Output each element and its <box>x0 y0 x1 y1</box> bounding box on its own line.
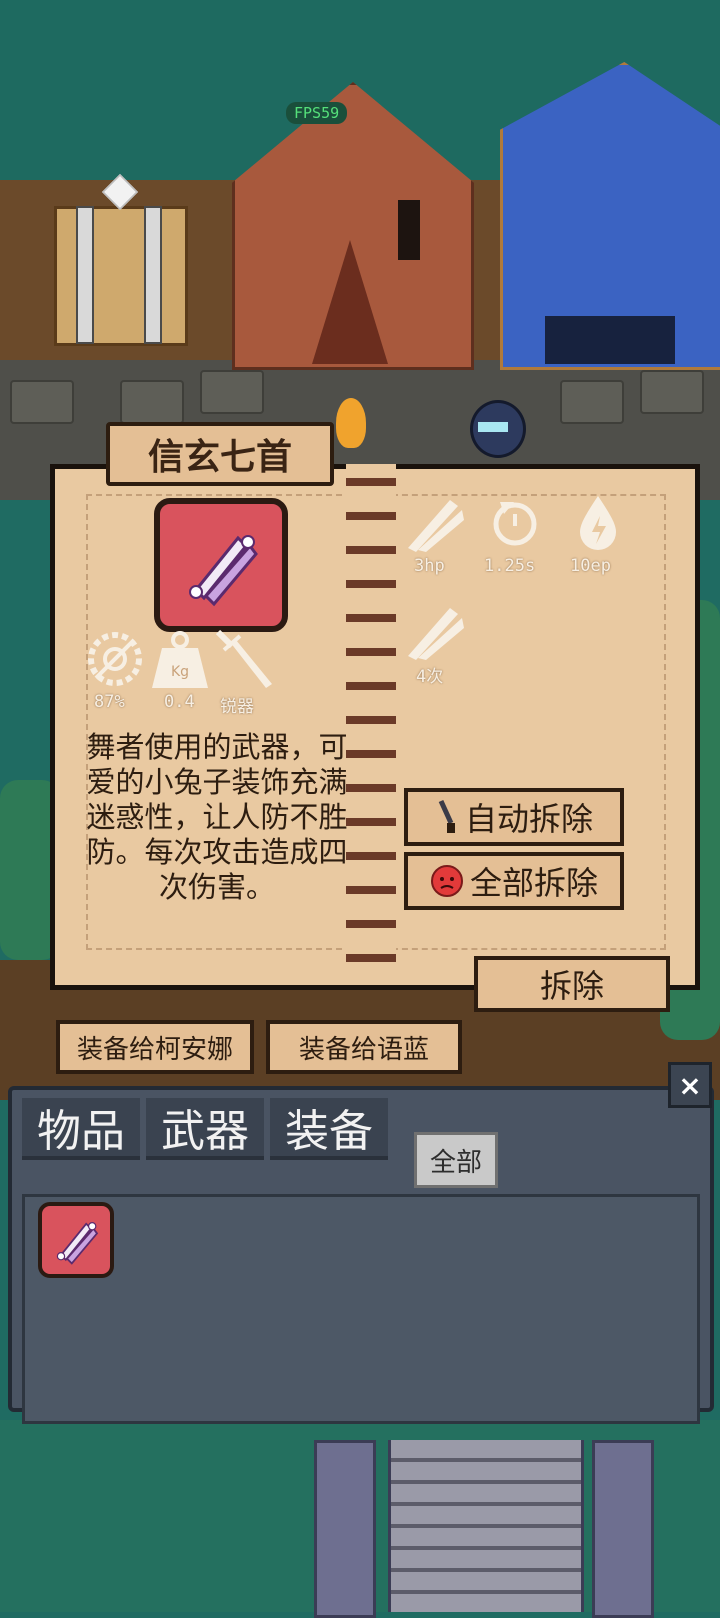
dismantle-all-label: 全部拆除 <box>469 864 598 902</box>
sharp-blade-icon <box>215 629 272 688</box>
gear-accuracy-icon <box>88 632 142 686</box>
tent-window <box>398 200 420 260</box>
damage-type-value: 锐器 <box>220 697 254 717</box>
equip-to-yulan-button[interactable]: 装备给语蓝 <box>266 1020 462 1074</box>
tab-weapons-label: 武器 <box>161 1106 249 1157</box>
stone-block <box>560 380 624 424</box>
twin-dagger-icon <box>56 1222 99 1265</box>
npc-visor <box>478 422 508 432</box>
dismantle-button[interactable]: 拆除 <box>474 956 670 1012</box>
weight-icon: Kg <box>152 631 208 688</box>
dismantle-label: 拆除 <box>539 967 604 1005</box>
supply-crate[interactable] <box>54 206 188 346</box>
hit-count-value: 4次 <box>416 667 444 687</box>
dagger-small-icon <box>438 799 455 833</box>
auto-dismantle-button[interactable]: 自动拆除 <box>404 788 624 846</box>
weight-unit: Kg <box>171 664 189 680</box>
tab-equipment[interactable]: 装备 <box>270 1098 388 1160</box>
accuracy-value: 87% <box>94 692 125 712</box>
auto-dismantle-label: 自动拆除 <box>464 800 593 838</box>
stone-stairs <box>388 1440 584 1612</box>
book-spine <box>346 464 396 980</box>
cooldown-value: 1.25s <box>484 556 536 576</box>
filter-all-label: 全部 <box>429 1147 482 1178</box>
stone-block <box>10 380 74 424</box>
weapon-description: 舞者使用的武器，可爱的小兔子装饰充满迷惑性，让人防不胜防。每次攻击造成四次伤害。 <box>86 730 348 904</box>
weapon-icon-tile <box>154 498 288 632</box>
close-icon[interactable]: × <box>668 1062 712 1108</box>
weight-value: 0.4 <box>164 692 195 712</box>
crate-strap <box>76 206 94 344</box>
equip-to-keanna-label: 装备给柯安娜 <box>76 1034 233 1065</box>
tab-items[interactable]: 物品 <box>22 1098 140 1160</box>
stone-block <box>120 380 184 424</box>
angry-face-icon <box>430 865 463 897</box>
energy-icon <box>580 496 616 550</box>
cooldown-icon <box>493 502 537 546</box>
blue-tent-door <box>545 316 675 364</box>
tab-items-label: 物品 <box>37 1106 125 1157</box>
equip-to-yulan-label: 装备给语蓝 <box>298 1034 429 1065</box>
tab-equipment-label: 装备 <box>285 1106 373 1157</box>
inventory-grid <box>22 1194 700 1424</box>
weapon-name: 信玄七首 <box>147 436 292 478</box>
stone-block <box>640 370 704 414</box>
equip-to-keanna-button[interactable]: 装备给柯安娜 <box>56 1020 254 1074</box>
campfire <box>336 398 366 448</box>
damage-value: 3hp <box>414 556 445 576</box>
energy-value: 10ep <box>570 556 611 576</box>
tab-weapons[interactable]: 武器 <box>146 1098 264 1160</box>
fps-counter: FPS59 <box>286 102 348 124</box>
crate-strap <box>144 206 162 344</box>
inventory-slot-weapon[interactable] <box>38 1202 114 1278</box>
stone-block <box>200 370 264 414</box>
damage-icon <box>408 500 464 552</box>
twin-dagger-icon <box>189 535 258 607</box>
dismantle-all-button[interactable]: 全部拆除 <box>404 852 624 910</box>
weapon-name-plate: 信玄七首 <box>106 422 334 486</box>
multi-hit-icon <box>408 608 464 660</box>
stone-pillar <box>592 1440 654 1618</box>
stone-pillar <box>314 1440 376 1618</box>
filter-all-button[interactable]: 全部 <box>414 1132 498 1188</box>
